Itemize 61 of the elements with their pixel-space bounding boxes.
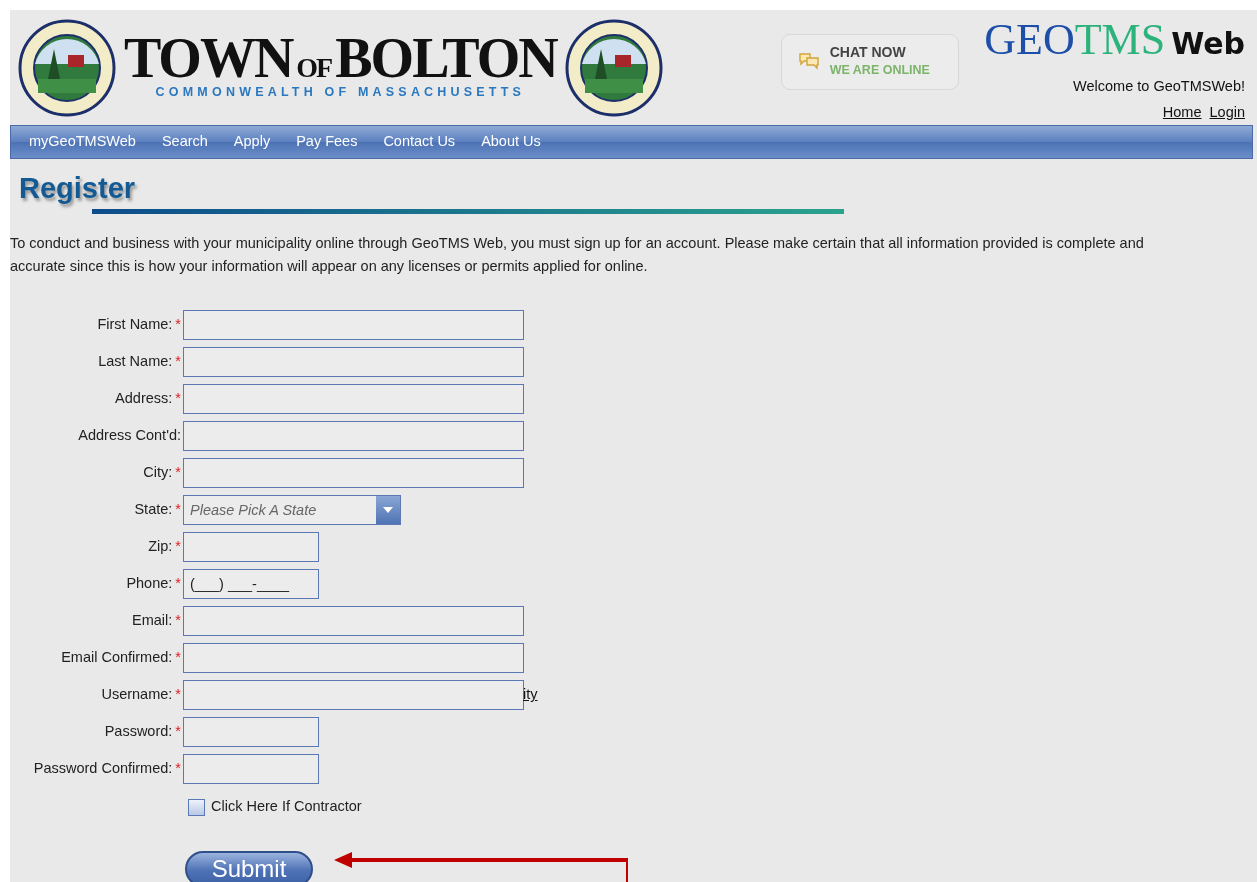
- nav-link[interactable]: myGeoTMSWeb: [17, 131, 150, 153]
- required-asterisk: *: [175, 649, 181, 666]
- link-text[interactable]: ity: [523, 684, 538, 707]
- header-link[interactable]: Login: [1209, 101, 1245, 124]
- field-label: Last Name:: [98, 353, 173, 370]
- page-title: Register: [19, 173, 137, 205]
- field-label: First Name:: [97, 316, 173, 333]
- field-label: Password:: [104, 723, 173, 740]
- welcome-text: Welcome to GeoTMSWeb!: [1073, 77, 1245, 96]
- required-asterisk: *: [175, 390, 181, 407]
- nav-link[interactable]: Apply: [221, 131, 285, 153]
- required-asterisk: *: [175, 612, 181, 629]
- required-asterisk: *: [175, 538, 181, 555]
- required-asterisk: *: [175, 353, 181, 370]
- input-field[interactable]: [183, 606, 524, 637]
- town-seal-icon: [18, 18, 116, 117]
- required-asterisk: *: [175, 760, 181, 777]
- state-dropdown[interactable]: Please Pick A State: [183, 495, 401, 526]
- nav-link[interactable]: About Us: [469, 131, 555, 153]
- town-seal-icon: [564, 18, 663, 117]
- intro-paragraph: To conduct and business with your municipality online through GeoTMS Web, you must sign up for an account. Please make certain that all information provided is complete and accurate since this is how your information will appear on any licenses or permits applied for online.: [10, 233, 1145, 277]
- nav-link[interactable]: Contact Us: [371, 131, 470, 153]
- input-field[interactable]: [183, 717, 319, 748]
- checkbox-label: Click Here If Contractor: [211, 797, 362, 817]
- town-subtitle: COMMONWEALTH OF MASSACHUSETTS: [155, 84, 526, 102]
- field-label: Password Confirmed:: [33, 760, 173, 777]
- input-field[interactable]: [183, 532, 319, 563]
- contractor-checkbox[interactable]: [188, 798, 205, 816]
- required-asterisk: *: [175, 316, 181, 333]
- input-field[interactable]: (___) ___-____: [183, 569, 319, 600]
- input-field[interactable]: [183, 421, 524, 452]
- field-label: State:: [134, 501, 173, 518]
- input-field[interactable]: [183, 680, 524, 711]
- field-label: City:: [143, 464, 173, 481]
- input-field[interactable]: [183, 384, 524, 415]
- required-asterisk: *: [175, 575, 181, 592]
- field-label: Address Cont'd:: [78, 427, 181, 444]
- required-asterisk: *: [175, 686, 181, 703]
- chat-now-button[interactable]: CHAT NOW WE ARE ONLINE: [780, 33, 959, 90]
- field-label: Zip:: [148, 538, 173, 555]
- header-link[interactable]: Home: [1162, 101, 1202, 124]
- required-asterisk: *: [175, 464, 181, 481]
- required-asterisk: *: [175, 501, 181, 518]
- nav-link[interactable]: Search: [149, 131, 222, 153]
- field-label: Email Confirmed:: [61, 649, 173, 666]
- input-field[interactable]: [183, 754, 319, 785]
- geotms-web-logo: GEOTMS Web: [984, 18, 1245, 62]
- input-field[interactable]: [183, 643, 524, 674]
- required-asterisk: *: [175, 723, 181, 740]
- field-label: Username:: [101, 686, 173, 703]
- field-label: Email:: [132, 612, 173, 629]
- nav-link[interactable]: Pay Fees: [284, 131, 372, 153]
- chat-bubbles-icon: [797, 51, 820, 72]
- dropdown-caret-icon: [383, 507, 393, 514]
- field-label: Address:: [115, 390, 173, 407]
- town-name: TOWNOFBOLTON: [124, 32, 557, 84]
- submit-button[interactable]: Submit: [185, 851, 313, 882]
- field-label: Phone:: [126, 575, 173, 592]
- input-field[interactable]: [183, 458, 524, 489]
- input-field[interactable]: [183, 310, 524, 341]
- input-field[interactable]: [183, 347, 524, 378]
